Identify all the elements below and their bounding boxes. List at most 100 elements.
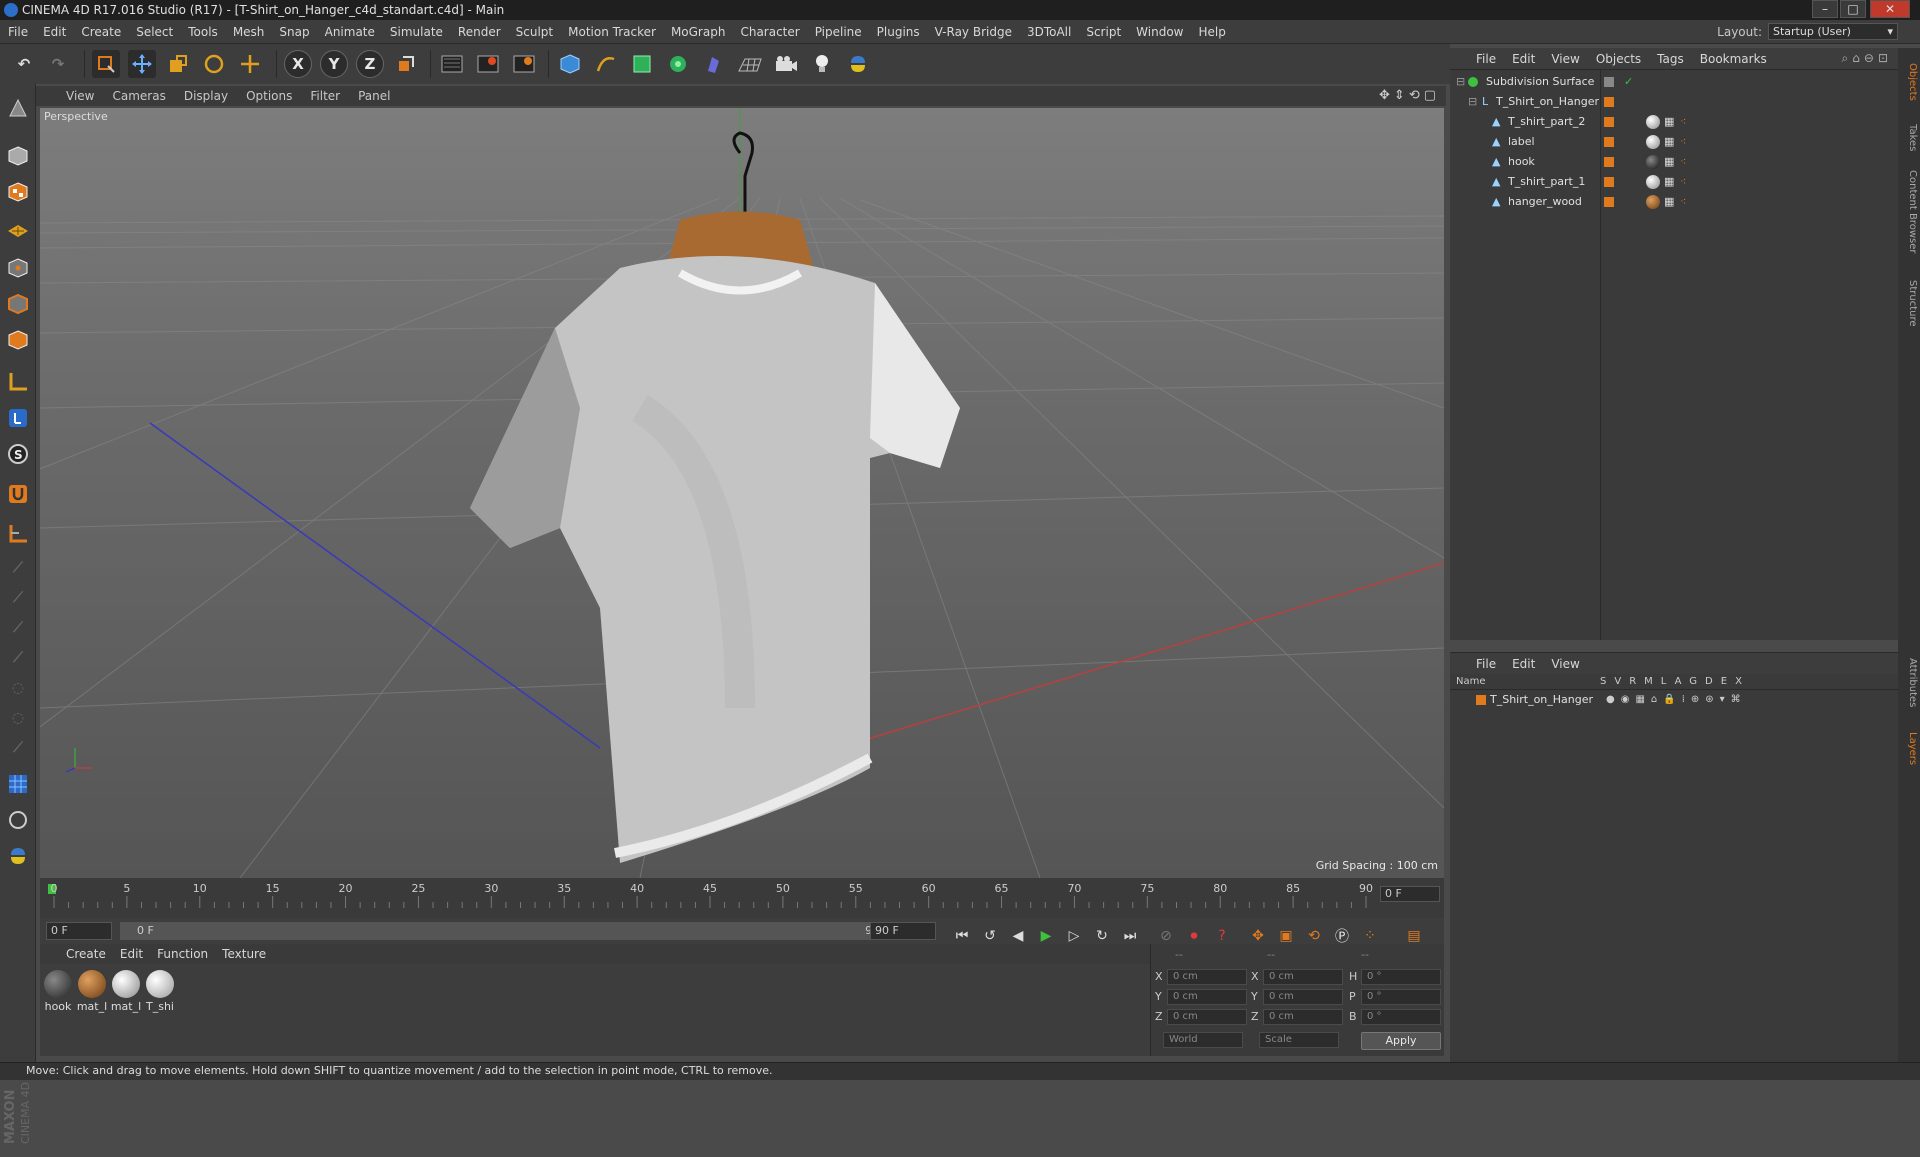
layers-menu-edit[interactable]: Edit: [1512, 657, 1535, 671]
sculpt-brush-3-icon[interactable]: ⟋: [4, 614, 32, 642]
timeline-ruler[interactable]: 0 5 10 15 20 25 30 35 40 45 50 55 60 65 70 75 80 85 90 0 F: [40, 878, 1444, 918]
menu-render[interactable]: Render: [458, 25, 501, 39]
viewport-menu-display[interactable]: Display: [184, 89, 228, 103]
menu-file[interactable]: File: [8, 25, 28, 39]
objects-menu-objects[interactable]: Objects: [1596, 52, 1641, 66]
menu-mograph[interactable]: MoGraph: [671, 25, 726, 39]
object-row[interactable]: ▲ hook ▦ ⁖: [1450, 152, 1898, 172]
menu-mesh[interactable]: Mesh: [233, 25, 265, 39]
start-frame-field[interactable]: 0 F: [46, 922, 112, 940]
menu-tools[interactable]: Tools: [188, 25, 218, 39]
cube-primitive-icon[interactable]: [556, 50, 584, 78]
maximize-button[interactable]: □: [1840, 0, 1866, 18]
magnet-icon[interactable]: [4, 480, 32, 508]
material-tag-icon[interactable]: [1646, 115, 1660, 129]
layer-flag-icons[interactable]: ●◉▦⌂🔒⁞⊕⊛▾⌘: [1606, 690, 1747, 710]
sculpt-brush-5-icon[interactable]: ◌: [4, 674, 32, 702]
layers-menu-file[interactable]: File: [1476, 657, 1496, 671]
enabled-check-icon[interactable]: ✓: [1624, 72, 1633, 92]
rotate-tool-icon[interactable]: [200, 50, 228, 78]
material-menu-create[interactable]: Create: [66, 947, 106, 961]
collapse-icon[interactable]: ⊟: [1456, 72, 1465, 92]
python-icon[interactable]: [4, 842, 32, 870]
menu-select[interactable]: Select: [136, 25, 173, 39]
layer-color-icon[interactable]: [1604, 97, 1614, 107]
tab-content-browser[interactable]: Content Browser: [1900, 162, 1918, 262]
object-row[interactable]: ▲ hanger_wood ▦ ⁖: [1450, 192, 1898, 212]
render-view-icon[interactable]: [438, 50, 466, 78]
object-row[interactable]: ▲ T_shirt_part_1 ▦ ⁖: [1450, 172, 1898, 192]
end-frame-field[interactable]: 90 F: [870, 922, 936, 940]
object-row[interactable]: ▲ label ▦ ⁖: [1450, 132, 1898, 152]
deformer-bend-icon[interactable]: [700, 50, 728, 78]
layer-tag-icon[interactable]: [1604, 77, 1614, 87]
scale-tool-icon[interactable]: [164, 50, 192, 78]
object-row[interactable]: ▲ T_shirt_part_2 ▦ ⁖: [1450, 112, 1898, 132]
phong-tag-icon[interactable]: ⁖: [1680, 112, 1686, 132]
phong-tag-icon[interactable]: ⁖: [1680, 132, 1686, 152]
spline-pen-icon[interactable]: [592, 50, 620, 78]
locked-workplane-icon[interactable]: [4, 520, 32, 548]
menu-window[interactable]: Window: [1136, 25, 1183, 39]
floor-environment-icon[interactable]: [736, 50, 764, 78]
tab-objects[interactable]: Objects: [1900, 52, 1918, 112]
sculpt-brush-1-icon[interactable]: ⟋: [4, 554, 32, 582]
redo-icon[interactable]: ↷: [44, 50, 72, 78]
z-axis-lock-icon[interactable]: Z: [356, 50, 384, 78]
light-icon[interactable]: [808, 50, 836, 78]
material-menu-edit[interactable]: Edit: [120, 947, 143, 961]
live-selection-icon[interactable]: [92, 50, 120, 78]
undo-icon[interactable]: ↶: [10, 50, 38, 78]
position-z-field[interactable]: 0 cm: [1167, 1009, 1247, 1025]
uvw-tag-icon[interactable]: ▦: [1664, 112, 1674, 132]
position-y-field[interactable]: 0 cm: [1167, 989, 1247, 1005]
menu-pipeline[interactable]: Pipeline: [815, 25, 862, 39]
subdivision-generator-icon[interactable]: [628, 50, 656, 78]
objects-menu-tags[interactable]: Tags: [1657, 52, 1684, 66]
model-mode-icon[interactable]: [4, 142, 32, 170]
last-tool-icon[interactable]: [236, 50, 264, 78]
close-button[interactable]: ✕: [1870, 0, 1910, 18]
object-row[interactable]: ⊟ L T_Shirt_on_Hanger: [1450, 92, 1898, 112]
uvw-tag-icon[interactable]: ▦: [1664, 172, 1674, 192]
object-row[interactable]: ⊟ Subdivision Surface ✓: [1450, 72, 1898, 92]
coordinate-system-icon[interactable]: [392, 50, 420, 78]
menu-animate[interactable]: Animate: [325, 25, 375, 39]
menu-help[interactable]: Help: [1198, 25, 1225, 39]
edges-mode-icon[interactable]: [4, 290, 32, 318]
viewport-menu-cameras[interactable]: Cameras: [112, 89, 165, 103]
sculpt-brush-6-icon[interactable]: ◌: [4, 704, 32, 732]
material-menu-function[interactable]: Function: [157, 947, 208, 961]
viewport-menu-filter[interactable]: Filter: [310, 89, 340, 103]
tab-layers[interactable]: Layers: [1900, 724, 1918, 774]
uvw-tag-icon[interactable]: ▦: [1664, 152, 1674, 172]
layer-color-icon[interactable]: [1604, 177, 1614, 187]
viewport-nav-icons[interactable]: ✥⇕⟲▢: [1379, 88, 1440, 103]
material-tag-icon[interactable]: [1646, 135, 1660, 149]
phong-tag-icon[interactable]: ⁖: [1680, 172, 1686, 192]
render-settings-icon[interactable]: [510, 50, 538, 78]
layer-color-icon[interactable]: [1604, 137, 1614, 147]
viewport-menu-options[interactable]: Options: [246, 89, 292, 103]
material-item[interactable]: mat_l: [110, 970, 142, 1013]
menu-snap[interactable]: Snap: [279, 25, 309, 39]
material-item[interactable]: hook: [42, 970, 74, 1013]
sculpt-brush-7-icon[interactable]: ⟋: [4, 734, 32, 762]
menu-sculpt[interactable]: Sculpt: [516, 25, 553, 39]
rotation-p-field[interactable]: 0 °: [1361, 989, 1441, 1005]
layer-color-swatch[interactable]: [1476, 695, 1486, 705]
layer-row[interactable]: T_Shirt_on_Hanger ●◉▦⌂🔒⁞⊕⊛▾⌘: [1450, 690, 1898, 710]
menu-simulate[interactable]: Simulate: [390, 25, 443, 39]
objects-menu-view[interactable]: View: [1551, 52, 1579, 66]
layers-menu-view[interactable]: View: [1551, 657, 1579, 671]
menu-motion-tracker[interactable]: Motion Tracker: [568, 25, 656, 39]
camera-icon[interactable]: [772, 50, 800, 78]
apply-button[interactable]: Apply: [1361, 1032, 1441, 1050]
soft-selection-icon[interactable]: [4, 806, 32, 834]
python-script-icon[interactable]: [844, 50, 872, 78]
material-tag-icon[interactable]: [1646, 155, 1660, 169]
current-frame-field[interactable]: 0 F: [1380, 886, 1440, 902]
collapse-icon[interactable]: ⊟: [1468, 92, 1477, 112]
search-icon[interactable]: ⌕⌂⊖⊡: [1842, 51, 1892, 66]
menu-script[interactable]: Script: [1086, 25, 1121, 39]
